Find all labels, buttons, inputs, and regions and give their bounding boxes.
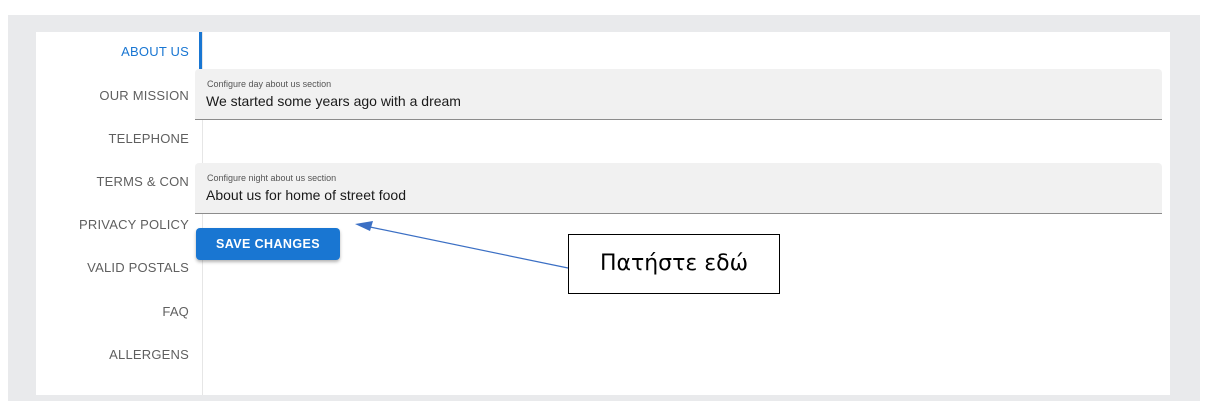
tab-telephone[interactable]: TELEPHONE [36, 119, 199, 159]
night-about-us-label: Configure night about us section [207, 173, 337, 183]
day-about-us-input[interactable] [206, 93, 1146, 109]
tab-valid-postals[interactable]: VALID POSTALS [36, 248, 199, 288]
tab-terms-conditions[interactable]: TERMS & CON [36, 162, 199, 202]
cropped-heading-strip [0, 0, 1214, 14]
night-about-us-field[interactable]: Configure night about us section [195, 163, 1162, 214]
day-about-us-label: Configure day about us section [207, 79, 332, 89]
tab-faq[interactable]: FAQ [36, 292, 199, 332]
night-about-us-input[interactable] [206, 187, 1146, 203]
sidebar-tabs: ABOUT US OUR MISSION TELEPHONE TERMS & C… [36, 32, 203, 395]
annotation-callout: Πατήστε εδώ [568, 234, 780, 294]
tab-about-us[interactable]: ABOUT US [36, 32, 199, 72]
active-tab-indicator [199, 32, 202, 74]
tab-allergens[interactable]: ALLERGENS [36, 335, 199, 375]
settings-card: ABOUT US OUR MISSION TELEPHONE TERMS & C… [36, 32, 1170, 395]
save-changes-button[interactable]: SAVE CHANGES [196, 228, 340, 260]
settings-panel: ABOUT US OUR MISSION TELEPHONE TERMS & C… [8, 15, 1200, 401]
tab-privacy-policy[interactable]: PRIVACY POLICY [36, 205, 199, 245]
day-about-us-field[interactable]: Configure day about us section [195, 69, 1162, 120]
tab-our-mission[interactable]: OUR MISSION [36, 76, 199, 116]
